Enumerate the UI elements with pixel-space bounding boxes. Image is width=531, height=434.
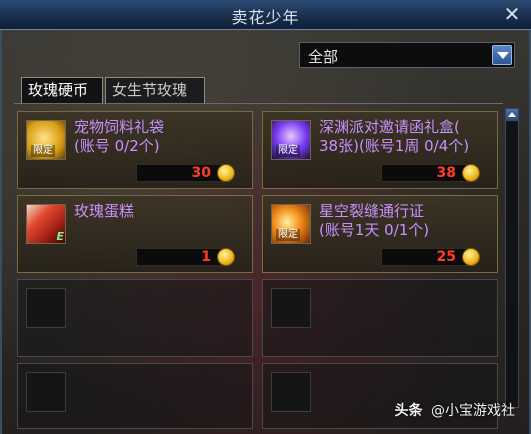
watermark-brand: 头条 <box>394 403 423 419</box>
item-name-line: 星空裂缝通行证 <box>319 202 425 220</box>
price-bar: 30 <box>136 164 235 182</box>
tab-womens-day-rose[interactable]: 女生节玫瑰 <box>105 77 205 103</box>
filter-selected-value: 全部 <box>308 48 339 66</box>
item-name-line: 宠物饲料礼袋 <box>74 118 165 136</box>
empty-slot <box>17 279 253 357</box>
empty-slot <box>17 363 253 429</box>
item-name-line: 38张)(账号1周 0/4个) <box>319 137 470 155</box>
empty-slot-icon <box>271 372 311 412</box>
equipment-mark-icon: E <box>56 230 64 243</box>
watermark: 头条 @小宝游戏社 <box>395 400 515 420</box>
window-title: 卖花少年 <box>231 8 300 27</box>
empty-slot-icon <box>26 288 66 328</box>
gold-bag-icon: 限定 <box>26 120 66 160</box>
rose-coin-icon <box>217 164 235 182</box>
item-name-line: 深渊派对邀请函礼盒( <box>319 118 460 136</box>
close-icon[interactable]: ✕ <box>501 2 523 26</box>
item-name-line: (账号 0/2个) <box>74 137 160 155</box>
item-price: 25 <box>436 249 456 265</box>
item-price: 30 <box>191 165 211 181</box>
empty-slot-icon <box>26 372 66 412</box>
watermark-account: @小宝游戏社 <box>431 403 515 419</box>
price-bar: 1 <box>136 248 235 266</box>
scrollbar[interactable] <box>505 108 519 408</box>
rose-coin-icon <box>462 248 480 266</box>
price-bar: 25 <box>381 248 480 266</box>
limited-tag: 限定 <box>31 145 55 157</box>
shop-item[interactable]: 限定 深渊派对邀请函礼盒( 38张)(账号1周 0/4个) 38 <box>262 111 498 189</box>
limited-tag: 限定 <box>276 229 300 241</box>
item-name: 玫瑰蛋糕 <box>74 202 135 220</box>
tab-rose-coin[interactable]: 玫瑰硬币 <box>21 77 103 103</box>
empty-slot-icon <box>271 288 311 328</box>
empty-slot <box>262 279 498 357</box>
price-bar: 38 <box>381 164 480 182</box>
purple-gift-box-icon: 限定 <box>271 120 311 160</box>
item-name-line: (账号1天 0/1个) <box>319 221 430 239</box>
shop-item[interactable]: 限定 星空裂缝通行证 (账号1天 0/1个) 25 <box>262 195 498 273</box>
item-name: 宠物饲料礼袋 (账号 0/2个) <box>74 118 248 156</box>
flame-pass-icon: 限定 <box>271 204 311 244</box>
limited-tag: 限定 <box>276 145 300 157</box>
rose-cake-icon: E <box>26 204 66 244</box>
window-titlebar: 卖花少年 ✕ <box>0 0 531 30</box>
item-price: 38 <box>436 165 456 181</box>
item-name: 深渊派对邀请函礼盒( 38张)(账号1周 0/4个) <box>319 118 493 156</box>
shop-item[interactable]: E 玫瑰蛋糕 1 <box>17 195 253 273</box>
panel-divider <box>14 103 503 104</box>
rose-coin-icon <box>217 248 235 266</box>
item-price: 1 <box>201 249 211 265</box>
item-name: 星空裂缝通行证 (账号1天 0/1个) <box>319 202 493 240</box>
shop-item[interactable]: 限定 宠物饲料礼袋 (账号 0/2个) 30 <box>17 111 253 189</box>
scroll-up-icon[interactable] <box>506 109 518 121</box>
rose-coin-icon <box>462 164 480 182</box>
chevron-down-icon[interactable] <box>492 45 512 65</box>
filter-dropdown[interactable]: 全部 <box>299 42 515 68</box>
